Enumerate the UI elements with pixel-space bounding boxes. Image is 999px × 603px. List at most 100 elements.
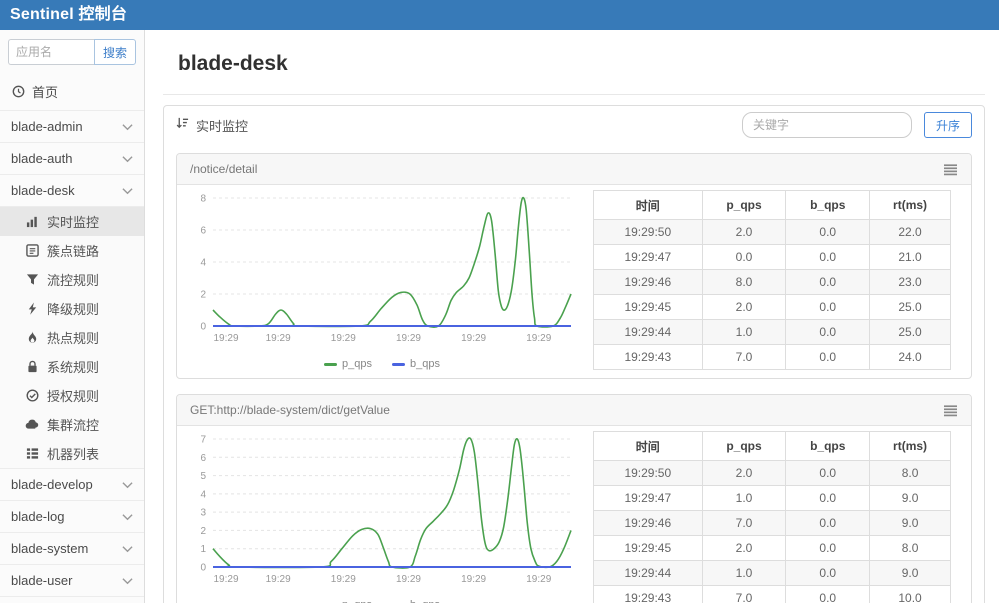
x-tick-label: 19:29 (266, 333, 291, 344)
sidebar-item-sentinel-dashboard[interactable]: sentinel-dashboard (0, 597, 144, 603)
table-cell: 19:29:45 (594, 536, 703, 561)
legend-item-p_qps: p_qps (324, 599, 372, 603)
table-cell: 1.0 (702, 486, 786, 511)
table-cell: 0.0 (786, 536, 870, 561)
table-row: 19:29:468.00.023.0 (594, 270, 951, 295)
resource-card-header: GET:http://blade-system/dict/getValue (177, 395, 971, 426)
metrics-table-wrap: 时间p_qpsb_qpsrt(ms)19:29:502.00.08.019:29… (593, 431, 951, 603)
line-chart-svg: 0123456719:2919:2919:2919:2919:2919:29 (183, 431, 581, 595)
sidebar-subitem-1[interactable]: 簇点链路 (0, 236, 144, 265)
resource-card-1: GET:http://blade-system/dict/getValue012… (176, 394, 972, 603)
table-row: 19:29:441.00.09.0 (594, 561, 951, 586)
table-cell: 0.0 (786, 220, 870, 245)
app-search-input[interactable] (8, 39, 94, 65)
qps-chart: 0123456719:2919:2919:2919:2919:2919:29p_… (183, 431, 581, 603)
resource-card-header: /notice/detail (177, 154, 971, 185)
table-cell: 22.0 (870, 220, 951, 245)
table-cell: 0.0 (786, 295, 870, 320)
sidebar-subitem-2[interactable]: 流控规则 (0, 265, 144, 294)
table-cell: 7.0 (702, 345, 786, 370)
x-tick-label: 19:29 (213, 333, 238, 344)
sidebar-item-label: blade-admin (11, 119, 83, 134)
table-cell: 7.0 (702, 511, 786, 536)
sidebar-item-label: blade-system (11, 541, 88, 556)
table-row: 19:29:437.00.010.0 (594, 586, 951, 603)
resource-name: GET:http://blade-system/dict/getValue (190, 403, 390, 417)
chevron-down-icon (122, 481, 133, 489)
sidebar-item-blade-system[interactable]: blade-system (0, 533, 144, 565)
menu-icon[interactable] (943, 404, 958, 417)
search-button[interactable]: 搜索 (94, 39, 136, 65)
legend-swatch (324, 363, 337, 366)
series-p_qps (213, 438, 571, 568)
sidebar-item-blade-user[interactable]: blade-user (0, 565, 144, 597)
metrics-table-wrap: 时间p_qpsb_qpsrt(ms)19:29:502.00.022.019:2… (593, 190, 951, 370)
legend-label: p_qps (342, 358, 372, 370)
sidebar-subitem-4[interactable]: 热点规则 (0, 323, 144, 352)
sidebar-subitem-label: 降级规则 (47, 299, 99, 318)
column-header: b_qps (786, 191, 870, 220)
x-tick-label: 19:29 (461, 333, 486, 344)
table-cell: 0.0 (786, 270, 870, 295)
app-root: Sentinel 控制台 搜索 首页 blade-adminblade-auth… (0, 0, 999, 603)
legend-item-p_qps: p_qps (324, 358, 372, 370)
table-cell: 10.0 (870, 586, 951, 603)
table-cell: 7.0 (702, 586, 786, 603)
legend-label: p_qps (342, 599, 372, 603)
y-tick-label: 2 (200, 526, 206, 537)
bar-chart-icon (25, 215, 39, 228)
chevron-down-icon (122, 545, 133, 553)
cloud-icon (25, 418, 39, 431)
table-cell: 9.0 (870, 511, 951, 536)
submenu-blade-desk: 实时监控簇点链路流控规则降级规则热点规则系统规则授权规则集群流控机器列表 (0, 207, 144, 469)
y-tick-label: 1 (200, 544, 206, 555)
table-row: 19:29:471.00.09.0 (594, 486, 951, 511)
column-header: rt(ms) (870, 432, 951, 461)
column-header: p_qps (702, 191, 786, 220)
y-tick-label: 6 (200, 453, 206, 464)
sort-ascending-button[interactable]: 升序 (924, 112, 972, 138)
sidebar-item-blade-auth[interactable]: blade-auth (0, 143, 144, 175)
table-cell: 25.0 (870, 295, 951, 320)
x-tick-label: 19:29 (396, 574, 421, 585)
panel-header-left: 实时监控 (176, 116, 248, 135)
sidebar-subitem-7[interactable]: 集群流控 (0, 410, 144, 439)
table-cell: 8.0 (702, 270, 786, 295)
sidebar-subitem-0[interactable]: 实时监控 (0, 207, 144, 236)
sort-amount-icon (176, 117, 189, 133)
keyword-input[interactable] (742, 112, 912, 138)
x-tick-label: 19:29 (331, 333, 356, 344)
table-cell: 0.0 (786, 245, 870, 270)
x-tick-label: 19:29 (461, 574, 486, 585)
sidebar-subitem-label: 授权规则 (47, 386, 99, 405)
table-row: 19:29:467.00.09.0 (594, 511, 951, 536)
sidebar-item-blade-admin[interactable]: blade-admin (0, 111, 144, 143)
panel-title: 实时监控 (196, 116, 248, 135)
sidebar-item-blade-develop[interactable]: blade-develop (0, 469, 144, 501)
sidebar-subitem-6[interactable]: 授权规则 (0, 381, 144, 410)
metrics-table: 时间p_qpsb_qpsrt(ms)19:29:502.00.08.019:29… (593, 431, 951, 603)
y-tick-label: 2 (200, 290, 206, 301)
sidebar-item-blade-log[interactable]: blade-log (0, 501, 144, 533)
y-tick-label: 4 (200, 489, 206, 500)
column-header: 时间 (594, 432, 703, 461)
line-chart-svg: 0246819:2919:2919:2919:2919:2919:29 (183, 190, 581, 354)
filter-icon (25, 273, 39, 286)
sidebar-subitem-5[interactable]: 系统规则 (0, 352, 144, 381)
x-tick-label: 19:29 (396, 333, 421, 344)
table-cell: 19:29:44 (594, 320, 703, 345)
y-tick-label: 7 (200, 435, 206, 446)
x-tick-label: 19:29 (266, 574, 291, 585)
sidebar-subitem-8[interactable]: 机器列表 (0, 439, 144, 468)
legend-swatch (392, 363, 405, 366)
y-tick-label: 5 (200, 471, 206, 482)
sidebar-item-blade-desk[interactable]: blade-desk (0, 175, 144, 207)
legend-label: b_qps (410, 599, 440, 603)
table-cell: 2.0 (702, 461, 786, 486)
sidebar-subitem-label: 机器列表 (47, 444, 99, 463)
sidebar-subitem-3[interactable]: 降级规则 (0, 294, 144, 323)
sidebar-item-home[interactable]: 首页 (0, 73, 144, 111)
x-tick-label: 19:29 (526, 574, 551, 585)
menu-icon[interactable] (943, 163, 958, 176)
page-title: blade-desk (178, 52, 999, 76)
